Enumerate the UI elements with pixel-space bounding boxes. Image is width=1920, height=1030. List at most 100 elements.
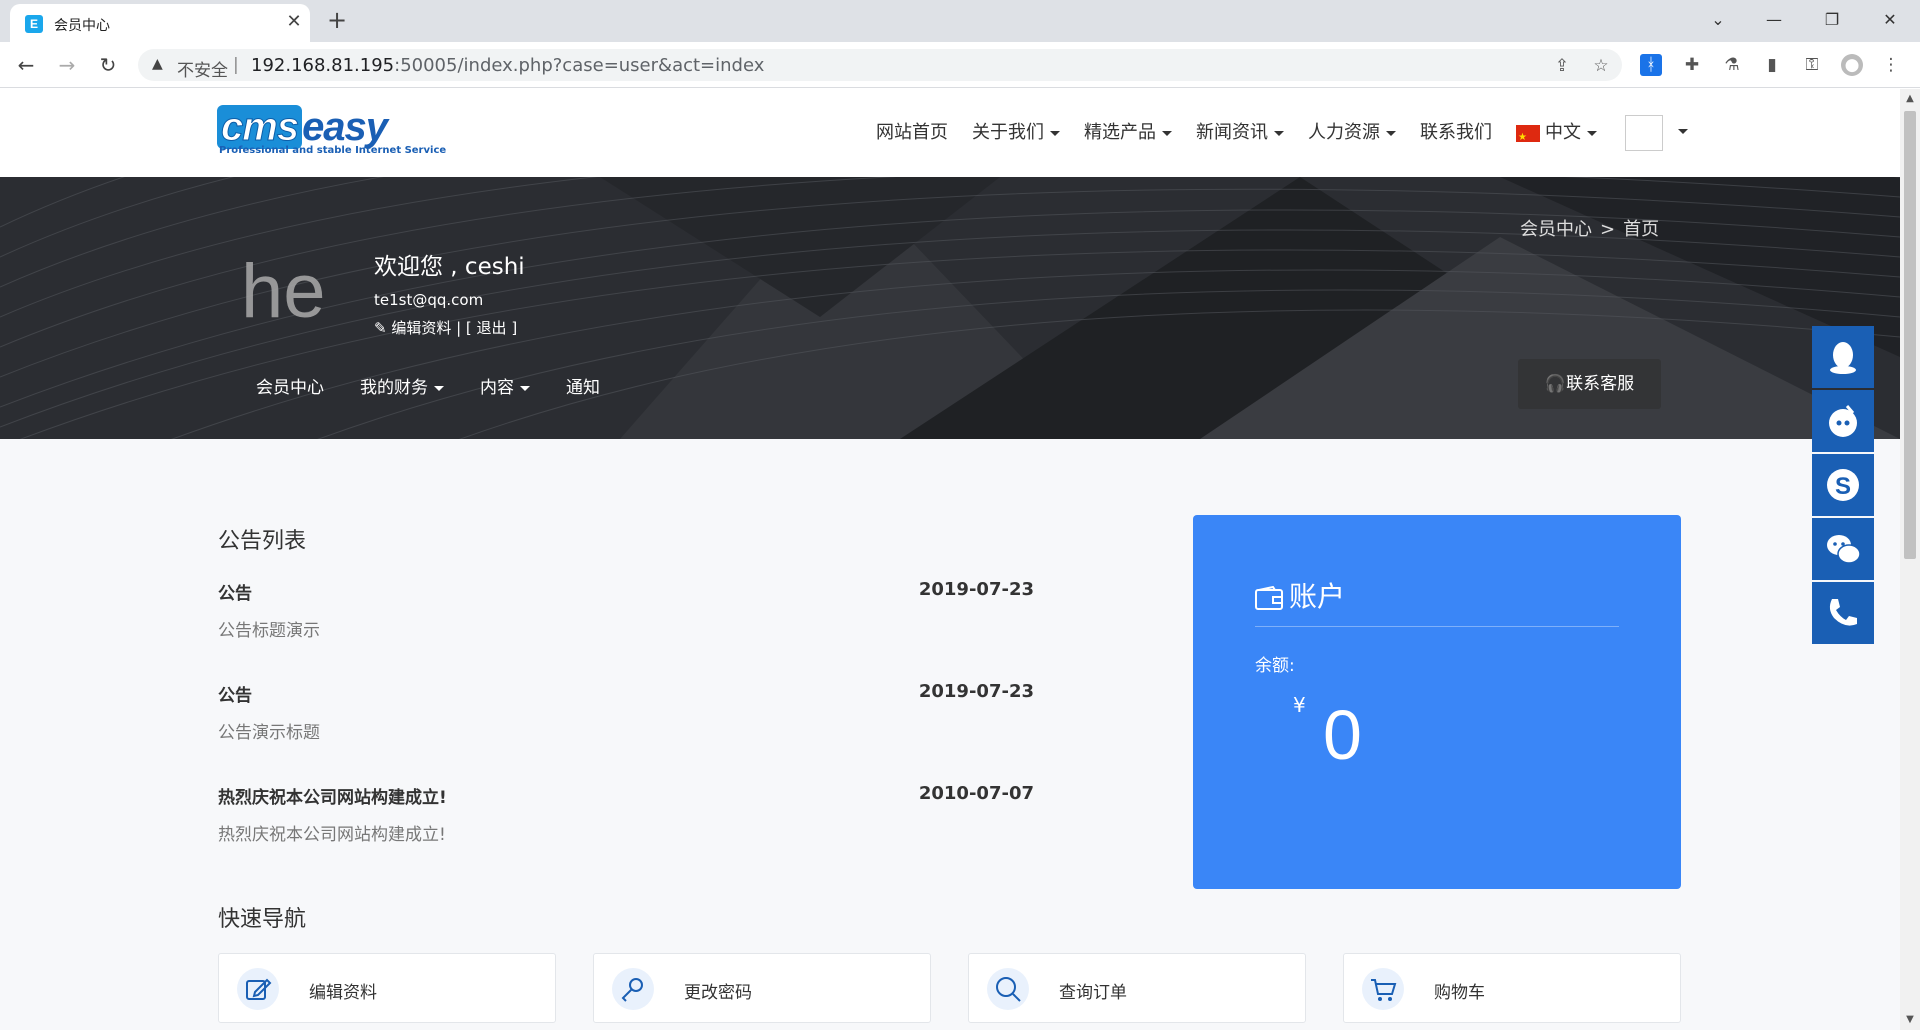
url-text[interactable]: 192.168.81.195:50005/index.php?case=user… <box>251 55 764 76</box>
main-nav: 网站首页 关于我们 精选产品 新闻资讯 人力资源 联系我们 中文 <box>876 119 1621 152</box>
notice-title[interactable]: 公告 <box>218 579 1034 604</box>
security-status[interactable]: 不安全 <box>177 56 228 81</box>
extension-translate-icon[interactable]: ᚼ <box>1640 54 1662 76</box>
notice-title[interactable]: 热烈庆祝本公司网站构建成立! <box>218 783 1034 808</box>
subnav-finance[interactable]: 我的财务 <box>360 373 444 398</box>
site-header: cms easy Professional and stable Internet… <box>0 89 1900 177</box>
profile-avatar-icon[interactable]: ● <box>1841 54 1863 76</box>
menu-kebab-icon[interactable]: ⋮ <box>1880 54 1902 76</box>
extensions-puzzle-icon[interactable]: ✚ <box>1681 54 1703 76</box>
nav-hr[interactable]: 人力资源 <box>1308 119 1396 147</box>
browser-tab-strip: E 会员中心 ✕ + ⌄ — ❐ ✕ <box>0 0 1920 42</box>
logo-cms: cms <box>217 105 303 149</box>
quick-nav-cart[interactable]: 购物车 <box>1343 953 1681 1023</box>
logo-wordmark: cms easy <box>217 105 388 149</box>
url-host: 192.168.81.195 <box>251 55 395 76</box>
quick-nav-label: 更改密码 <box>684 983 752 1003</box>
user-email: te1st@qq.com <box>374 291 484 309</box>
nav-about[interactable]: 关于我们 <box>972 119 1060 147</box>
notice-item[interactable]: 公告 2019-07-23 公告标题演示 <box>218 579 1034 641</box>
skype-icon: S <box>1827 469 1859 501</box>
quick-nav-edit-profile[interactable]: 编辑资料 <box>218 953 556 1023</box>
skype-button[interactable]: S <box>1812 454 1874 516</box>
browser-toolbar: ← → ↻ ▲ 不安全 | 192.168.81.195:50005/index… <box>0 42 1920 88</box>
chevron-down-icon <box>520 385 530 391</box>
qq-icon <box>1830 342 1856 374</box>
restore-button[interactable]: ❐ <box>1810 2 1854 38</box>
forward-icon[interactable]: → <box>53 51 81 79</box>
nav-products[interactable]: 精选产品 <box>1084 119 1172 147</box>
profile-actions-text[interactable]: 编辑资料 | [ 退出 ] <box>391 319 517 337</box>
omnibox-separator: | <box>233 55 239 75</box>
notice-desc: 公告演示标题 <box>218 723 320 743</box>
china-flag-icon <box>1516 124 1540 152</box>
quick-nav-label: 查询订单 <box>1059 983 1127 1003</box>
balance-label: 余额: <box>1255 656 1295 676</box>
browser-tab[interactable]: E 会员中心 ✕ <box>10 4 310 42</box>
qq-button[interactable] <box>1812 326 1874 388</box>
breadcrumb: 会员中心 > 首页 <box>1520 215 1667 241</box>
password-key-icon[interactable]: ⚿ <box>1801 54 1823 76</box>
reload-icon[interactable]: ↻ <box>94 51 122 79</box>
user-menu-chevron-icon[interactable] <box>1678 129 1688 134</box>
currency-symbol: ¥ <box>1293 693 1306 717</box>
search-icon <box>987 968 1029 1010</box>
address-bar[interactable]: ▲ 不安全 | 192.168.81.195:50005/index.php?c… <box>138 49 1622 81</box>
notice-item[interactable]: 公告 2019-07-23 公告演示标题 <box>218 681 1034 743</box>
user-avatar-image[interactable] <box>1625 115 1663 151</box>
close-window-button[interactable]: ✕ <box>1868 2 1912 38</box>
wechat-button[interactable] <box>1812 518 1874 580</box>
scroll-up-arrow-icon[interactable]: ▲ <box>1904 93 1916 105</box>
subnav-notifications[interactable]: 通知 <box>566 373 600 398</box>
breadcrumb-member-center[interactable]: 会员中心 <box>1520 219 1592 240</box>
member-banner: 会员中心 > 首页 he 欢迎您 , ceshi te1st@qq.com ✎ 编辑… <box>0 177 1900 439</box>
notice-title[interactable]: 公告 <box>218 681 1034 706</box>
page-scrollbar[interactable]: ▲ ▼ <box>1900 89 1920 1030</box>
quick-nav-change-password[interactable]: 更改密码 <box>593 953 931 1023</box>
tab-close-icon[interactable]: ✕ <box>282 10 306 34</box>
account-title: 账户 <box>1255 575 1345 615</box>
contact-service-button[interactable]: 🎧联系客服 <box>1518 359 1661 409</box>
chevron-down-icon <box>434 385 444 391</box>
weibo-icon <box>1829 405 1857 437</box>
notice-list-title: 公告列表 <box>218 529 307 554</box>
nav-news[interactable]: 新闻资讯 <box>1196 119 1284 147</box>
scroll-thumb[interactable] <box>1904 111 1916 559</box>
key-icon <box>612 968 654 1010</box>
account-title-text: 账户 <box>1289 580 1346 613</box>
tab-search-icon[interactable]: ⌄ <box>1696 2 1740 38</box>
language-switcher[interactable]: 中文 <box>1516 119 1597 152</box>
notice-date: 2019-07-23 <box>918 681 1034 702</box>
bookmark-star-icon[interactable]: ☆ <box>1590 55 1612 77</box>
nav-contact[interactable]: 联系我们 <box>1420 119 1492 147</box>
scroll-down-arrow-icon[interactable]: ▼ <box>1904 1014 1916 1026</box>
member-subnav: 会员中心 我的财务 内容 通知 <box>256 373 636 398</box>
site-logo[interactable]: cms easy Professional and stable Internet… <box>217 105 453 157</box>
nav-home[interactable]: 网站首页 <box>876 119 948 147</box>
account-divider <box>1255 626 1619 627</box>
tab-title: 会员中心 <box>54 18 110 34</box>
minimize-button[interactable]: — <box>1752 2 1796 38</box>
chevron-down-icon <box>1587 130 1597 136</box>
share-icon[interactable]: ⇪ <box>1551 55 1573 77</box>
profile-actions[interactable]: ✎ 编辑资料 | [ 退出 ] <box>374 317 517 338</box>
warning-icon[interactable]: ▲ <box>152 56 163 72</box>
back-icon[interactable]: ← <box>12 51 40 79</box>
edit-icon <box>237 968 279 1010</box>
edit-icon: ✎ <box>374 319 392 337</box>
quick-nav-query-orders[interactable]: 查询订单 <box>968 953 1306 1023</box>
phone-button[interactable] <box>1812 582 1874 644</box>
subnav-content[interactable]: 内容 <box>480 373 530 398</box>
weibo-button[interactable] <box>1812 390 1874 452</box>
notice-date: 2019-07-23 <box>918 579 1034 600</box>
notice-item[interactable]: 热烈庆祝本公司网站构建成立! 2010-07-07 热烈庆祝本公司网站构建成立! <box>218 783 1034 845</box>
quick-nav-title: 快速导航 <box>218 907 307 932</box>
account-card: 账户 余额: ¥ 0 <box>1193 515 1681 889</box>
new-tab-button[interactable]: + <box>323 6 351 34</box>
chevron-down-icon <box>1274 130 1284 136</box>
welcome-text: 欢迎您 , ceshi <box>374 254 525 280</box>
labs-flask-icon[interactable]: ⚗ <box>1721 54 1743 76</box>
quick-nav-label: 编辑资料 <box>309 983 377 1003</box>
side-panel-icon[interactable]: ▮ <box>1761 54 1783 76</box>
subnav-member-center[interactable]: 会员中心 <box>256 373 324 398</box>
